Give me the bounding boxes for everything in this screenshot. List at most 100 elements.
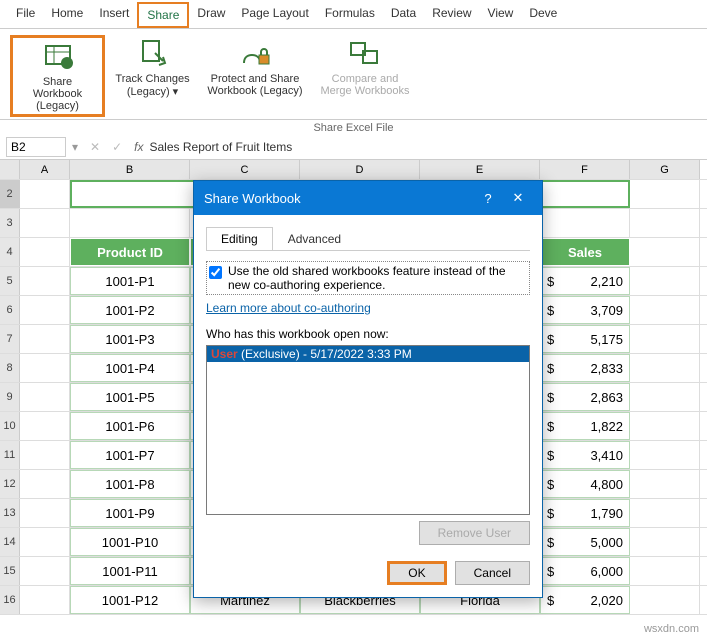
- col-g[interactable]: G: [630, 160, 700, 179]
- cell[interactable]: [630, 267, 700, 295]
- cell[interactable]: [630, 499, 700, 527]
- header-product-id[interactable]: Product ID: [70, 238, 190, 266]
- row-header[interactable]: 2: [0, 180, 20, 208]
- row-header[interactable]: 9: [0, 383, 20, 411]
- cell-product-id[interactable]: 1001-P8: [70, 470, 190, 498]
- cancel-button[interactable]: Cancel: [455, 561, 530, 585]
- cell-sales[interactable]: $4,800: [540, 470, 630, 498]
- row-header[interactable]: 12: [0, 470, 20, 498]
- cell[interactable]: [20, 586, 70, 614]
- cell[interactable]: [20, 499, 70, 527]
- cell[interactable]: [630, 383, 700, 411]
- cell[interactable]: [20, 557, 70, 585]
- tab-share[interactable]: Share: [137, 2, 189, 28]
- cell[interactable]: [630, 557, 700, 585]
- row-header[interactable]: 4: [0, 238, 20, 266]
- cell[interactable]: [20, 325, 70, 353]
- cell[interactable]: [630, 412, 700, 440]
- header-sales[interactable]: Sales: [540, 238, 630, 266]
- use-old-checkbox[interactable]: [209, 266, 222, 279]
- tab-formulas[interactable]: Formulas: [317, 2, 383, 28]
- cell-sales[interactable]: $1,790: [540, 499, 630, 527]
- cell[interactable]: [630, 238, 700, 266]
- cell-product-id[interactable]: 1001-P12: [70, 586, 190, 614]
- col-b[interactable]: B: [70, 160, 190, 179]
- col-d[interactable]: D: [300, 160, 420, 179]
- cell[interactable]: [20, 354, 70, 382]
- cell-product-id[interactable]: 1001-P6: [70, 412, 190, 440]
- row-header[interactable]: 16: [0, 586, 20, 614]
- row-header[interactable]: 13: [0, 499, 20, 527]
- user-listbox[interactable]: User (Exclusive) - 5/17/2022 3:33 PM: [206, 345, 530, 515]
- cell-sales[interactable]: $5,000: [540, 528, 630, 556]
- cell[interactable]: [20, 441, 70, 469]
- row-header[interactable]: 10: [0, 412, 20, 440]
- tab-insert[interactable]: Insert: [91, 2, 137, 28]
- row-header[interactable]: 3: [0, 209, 20, 237]
- formula-value[interactable]: Sales Report of Fruit Items: [150, 140, 293, 154]
- cell-product-id[interactable]: 1001-P10: [70, 528, 190, 556]
- row-header[interactable]: 6: [0, 296, 20, 324]
- list-item[interactable]: User (Exclusive) - 5/17/2022 3:33 PM: [207, 346, 529, 362]
- cell[interactable]: [630, 296, 700, 324]
- dialog-tab-advanced[interactable]: Advanced: [273, 227, 356, 250]
- cell-product-id[interactable]: 1001-P1: [70, 267, 190, 295]
- cell[interactable]: [20, 238, 70, 266]
- cell-sales[interactable]: $5,175: [540, 325, 630, 353]
- cell-sales[interactable]: $2,210: [540, 267, 630, 295]
- col-f[interactable]: F: [540, 160, 630, 179]
- row-header[interactable]: 15: [0, 557, 20, 585]
- row-header[interactable]: 5: [0, 267, 20, 295]
- cell[interactable]: [70, 209, 190, 237]
- cell[interactable]: [630, 209, 700, 237]
- help-button[interactable]: ?: [474, 187, 502, 209]
- cell[interactable]: [630, 441, 700, 469]
- cell[interactable]: [630, 586, 700, 614]
- row-header[interactable]: 8: [0, 354, 20, 382]
- cell[interactable]: [540, 209, 630, 237]
- dialog-titlebar[interactable]: Share Workbook ? ✕: [194, 181, 542, 215]
- col-a[interactable]: A: [20, 160, 70, 179]
- cell-product-id[interactable]: 1001-P2: [70, 296, 190, 324]
- tab-developer[interactable]: Deve: [521, 2, 565, 28]
- protect-share-button[interactable]: Protect and Share Workbook (Legacy): [200, 35, 310, 99]
- select-all[interactable]: [0, 160, 20, 179]
- tab-file[interactable]: File: [8, 2, 43, 28]
- cell-sales[interactable]: $6,000: [540, 557, 630, 585]
- row-header[interactable]: 11: [0, 441, 20, 469]
- col-e[interactable]: E: [420, 160, 540, 179]
- cell[interactable]: [20, 209, 70, 237]
- cell-product-id[interactable]: 1001-P9: [70, 499, 190, 527]
- tab-data[interactable]: Data: [383, 2, 424, 28]
- fx-icon[interactable]: fx: [134, 140, 143, 154]
- cell[interactable]: [20, 267, 70, 295]
- cell[interactable]: [20, 528, 70, 556]
- cell[interactable]: [630, 354, 700, 382]
- close-button[interactable]: ✕: [504, 187, 532, 209]
- name-box[interactable]: B2: [6, 137, 66, 157]
- cell[interactable]: [20, 296, 70, 324]
- cell-sales[interactable]: $2,833: [540, 354, 630, 382]
- cell-sales[interactable]: $2,863: [540, 383, 630, 411]
- cell[interactable]: [20, 412, 70, 440]
- cell[interactable]: [20, 470, 70, 498]
- cell[interactable]: [630, 180, 700, 208]
- track-changes-button[interactable]: Track Changes (Legacy) ▾: [105, 35, 200, 100]
- cell[interactable]: [630, 325, 700, 353]
- cell-sales[interactable]: $2,020: [540, 586, 630, 614]
- cell-product-id[interactable]: 1001-P11: [70, 557, 190, 585]
- tab-home[interactable]: Home: [43, 2, 91, 28]
- cell-product-id[interactable]: 1001-P3: [70, 325, 190, 353]
- col-c[interactable]: C: [190, 160, 300, 179]
- tab-page-layout[interactable]: Page Layout: [233, 2, 316, 28]
- tab-draw[interactable]: Draw: [189, 2, 233, 28]
- cell[interactable]: [20, 180, 70, 208]
- cell-product-id[interactable]: 1001-P7: [70, 441, 190, 469]
- cell[interactable]: [20, 383, 70, 411]
- dialog-tab-editing[interactable]: Editing: [206, 227, 273, 250]
- cell-sales[interactable]: $1,822: [540, 412, 630, 440]
- tab-view[interactable]: View: [480, 2, 522, 28]
- ok-button[interactable]: OK: [387, 561, 446, 585]
- row-header[interactable]: 14: [0, 528, 20, 556]
- cell-product-id[interactable]: 1001-P5: [70, 383, 190, 411]
